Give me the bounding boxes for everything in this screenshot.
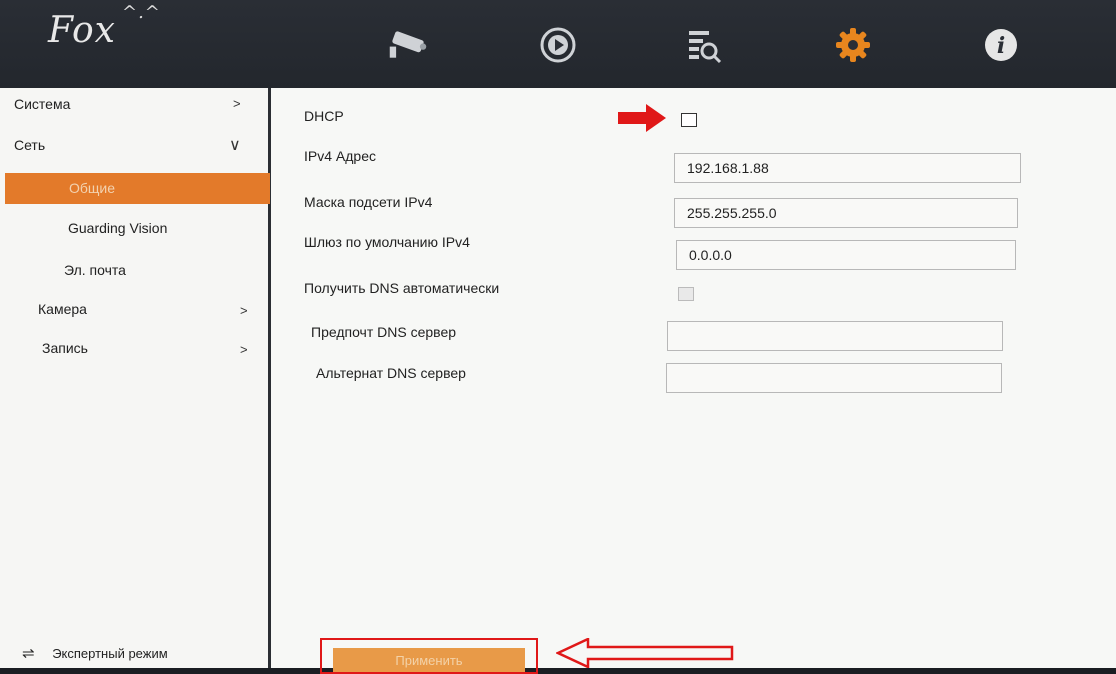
sidebar-item-guarding-vision[interactable]: Guarding Vision bbox=[68, 220, 167, 236]
sidebar-item-email[interactable]: Эл. почта bbox=[64, 262, 126, 278]
sidebar-item-label: Общие bbox=[69, 180, 116, 196]
ipv4-address-input[interactable] bbox=[674, 153, 1021, 183]
sidebar-item-camera[interactable]: Камера bbox=[38, 301, 87, 317]
gateway-input[interactable] bbox=[676, 240, 1016, 270]
dns-auto-label: Получить DNS автоматически bbox=[304, 280, 500, 296]
network-settings-panel: DHCP IPv4 Адрес Маска подсети IPv4 Шлюз … bbox=[271, 88, 1116, 668]
chevron-right-icon: > bbox=[240, 303, 248, 318]
preferred-dns-label: Предпочт DNS сервер bbox=[311, 324, 457, 340]
logo-ears-icon: ^.^ bbox=[122, 2, 161, 23]
sidebar-item-general[interactable]: Общие bbox=[5, 173, 270, 204]
search-icon[interactable] bbox=[680, 22, 726, 68]
alternate-dns-label: Альтернат DNS сервер bbox=[316, 365, 466, 381]
settings-icon[interactable] bbox=[830, 22, 876, 68]
alternate-dns-input[interactable] bbox=[666, 363, 1002, 393]
top-bar: Fox ^.^ i bbox=[0, 0, 1116, 88]
apply-button[interactable]: Применить bbox=[333, 648, 525, 672]
gateway-label: Шлюз по умолчанию IPv4 bbox=[304, 234, 470, 250]
subnet-mask-label: Маска подсети IPv4 bbox=[304, 194, 433, 210]
sidebar-item-label: Система bbox=[14, 96, 71, 112]
logo-text: Fox bbox=[48, 10, 116, 51]
logo: Fox ^.^ bbox=[48, 2, 160, 51]
sidebar-item-record[interactable]: Запись bbox=[42, 340, 88, 356]
ipv4-label: IPv4 Адрес bbox=[304, 148, 376, 164]
sidebar-item-label: Камера bbox=[38, 301, 87, 317]
info-icon[interactable]: i bbox=[978, 22, 1024, 68]
preferred-dns-input[interactable] bbox=[667, 321, 1003, 351]
expert-mode-button[interactable]: ⇌ Экспертный режим bbox=[22, 644, 168, 662]
sidebar-item-label: Эл. почта bbox=[64, 262, 126, 278]
swap-icon: ⇌ bbox=[22, 645, 35, 662]
chevron-right-icon: > bbox=[233, 96, 241, 111]
subnet-mask-input[interactable] bbox=[674, 198, 1018, 228]
chevron-right-icon: > bbox=[240, 342, 248, 357]
sidebar-item-label: Сеть bbox=[14, 137, 46, 153]
playback-icon[interactable] bbox=[535, 22, 581, 68]
sidebar-item-system[interactable]: Система bbox=[14, 96, 70, 112]
dns-auto-checkbox[interactable] bbox=[678, 287, 694, 301]
chevron-down-icon: ∨ bbox=[229, 137, 241, 154]
arrow-left-annotation-icon bbox=[556, 638, 734, 668]
dhcp-checkbox[interactable] bbox=[681, 113, 697, 127]
dhcp-label: DHCP bbox=[304, 108, 344, 124]
expert-mode-label: Экспертный режим bbox=[52, 646, 168, 661]
sidebar-item-network[interactable]: Сеть bbox=[14, 137, 45, 153]
svg-text:i: i bbox=[997, 33, 1005, 59]
sidebar: Система > Сеть ∨ Общие Guarding Vision Э… bbox=[0, 88, 271, 668]
sidebar-item-label: Запись bbox=[42, 340, 88, 356]
arrow-right-annotation-icon bbox=[618, 104, 666, 132]
camera-icon[interactable] bbox=[385, 22, 431, 68]
sidebar-item-label: Guarding Vision bbox=[68, 220, 168, 236]
